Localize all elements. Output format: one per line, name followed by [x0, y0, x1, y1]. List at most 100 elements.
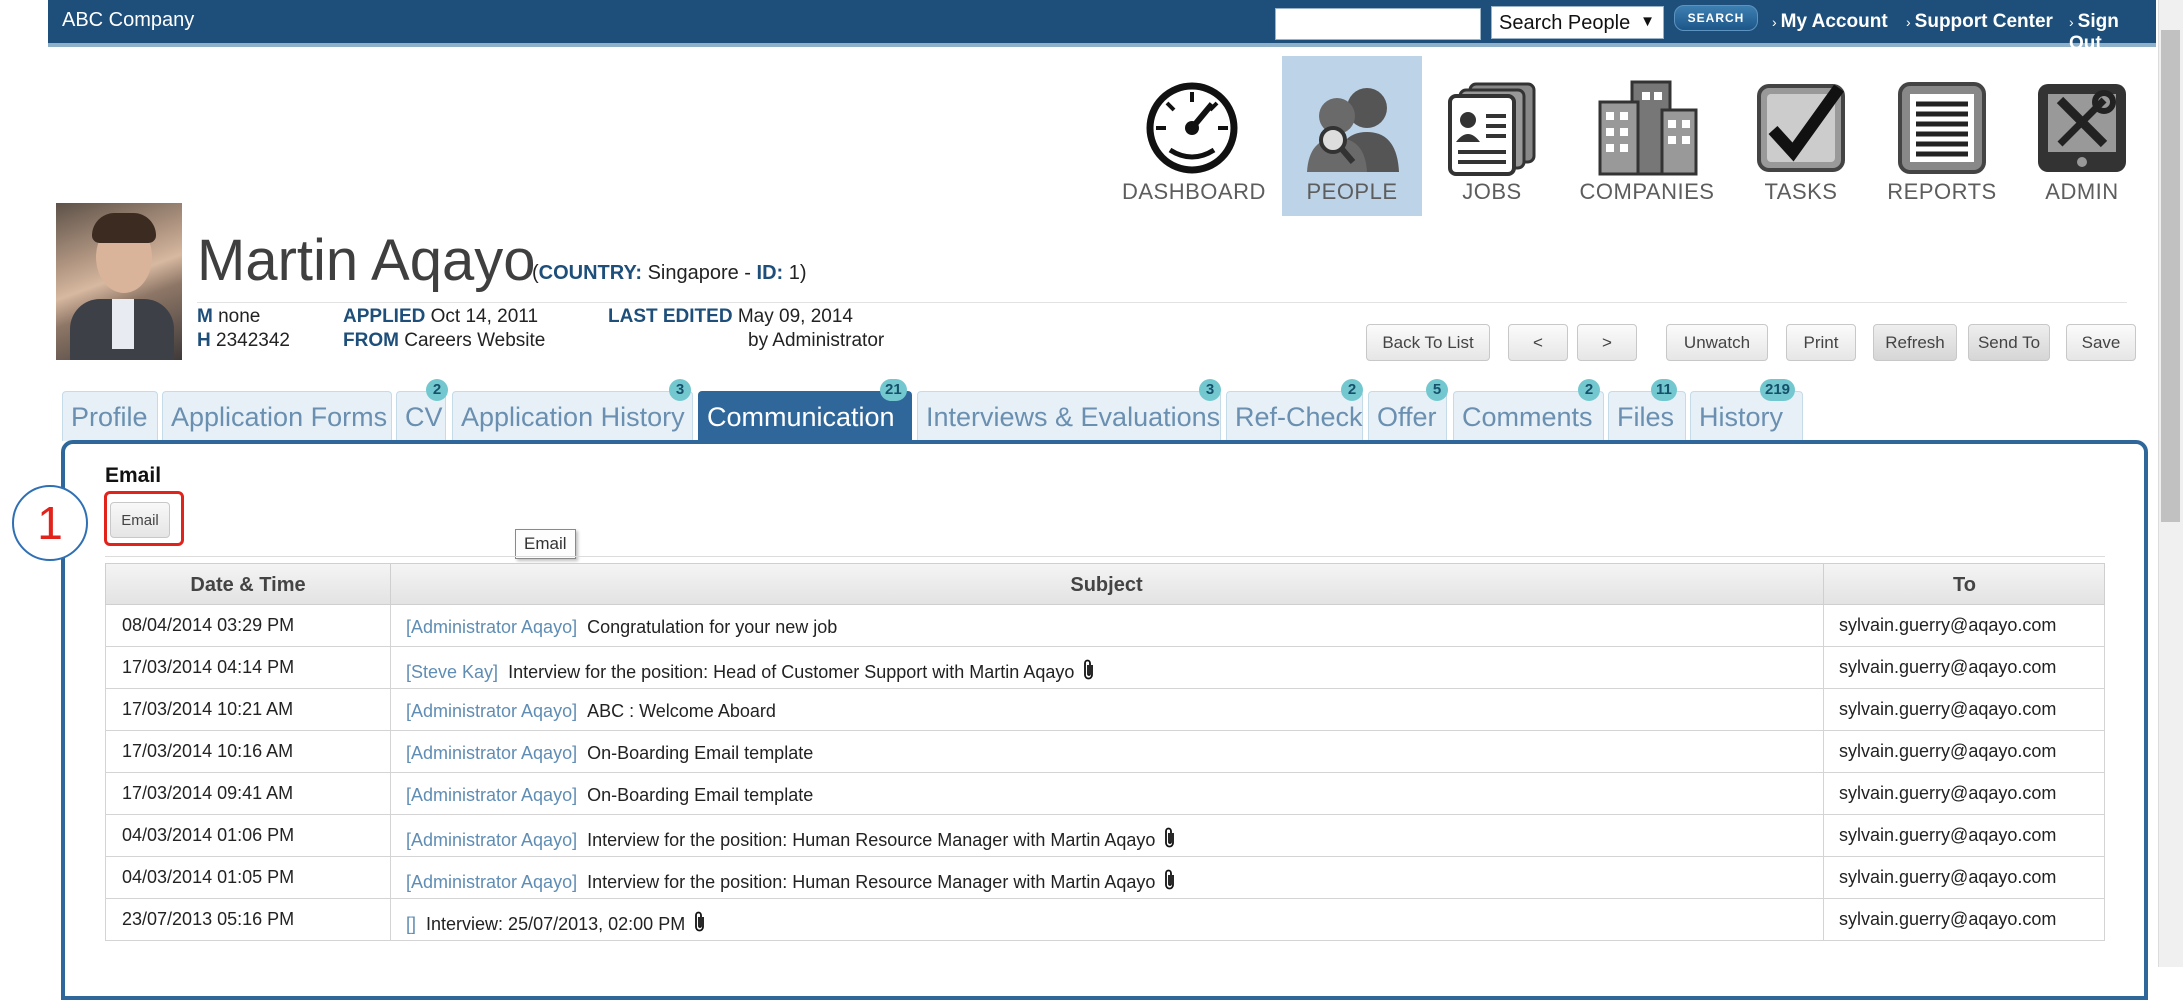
- row-subject[interactable]: [Administrator Aqayo] On-Boarding Email …: [406, 785, 813, 806]
- my-account-link[interactable]: › My Account: [1772, 11, 1888, 33]
- row-to: sylvain.guerry@aqayo.com: [1839, 909, 2057, 929]
- row-subject-text[interactable]: Interview for the position: Human Resour…: [587, 872, 1155, 892]
- row-subject-text[interactable]: Interview for the position: Head of Cust…: [508, 662, 1074, 682]
- search-input[interactable]: [1275, 8, 1481, 40]
- reports-icon: [1898, 82, 1986, 174]
- table-row[interactable]: 17/03/2014 10:16 AM [Administrator Aqayo]…: [105, 731, 2105, 773]
- send-to-button[interactable]: Send To: [1968, 324, 2050, 361]
- nav-admin[interactable]: ADMIN: [2012, 56, 2152, 216]
- nav-companies[interactable]: COMPANIES: [1577, 56, 1717, 216]
- admin-tools-icon: [2038, 84, 2126, 172]
- tab-interviews-evaluations[interactable]: Interviews & Evaluations: [917, 391, 1221, 441]
- table-row[interactable]: 17/03/2014 09:41 AM [Administrator Aqayo]…: [105, 773, 2105, 815]
- table-row[interactable]: 08/04/2014 03:29 PM [Administrator Aqayo]…: [105, 605, 2105, 647]
- search-type-select[interactable]: Search People ▼: [1491, 6, 1664, 39]
- row-subject-text[interactable]: Congratulation for your new job: [587, 617, 837, 637]
- row-author[interactable]: [Steve Kay]: [406, 662, 498, 682]
- ref-check-count-badge: 2: [1341, 379, 1363, 401]
- row-to: sylvain.guerry@aqayo.com: [1839, 867, 2057, 887]
- email-button[interactable]: Email: [110, 502, 170, 538]
- row-subject[interactable]: [] Interview: 25/07/2013, 02:00 PM: [406, 911, 707, 938]
- my-account-label: My Account: [1780, 11, 1888, 32]
- row-author[interactable]: [Administrator Aqayo]: [406, 701, 577, 721]
- table-row[interactable]: 04/03/2014 01:05 PM [Administrator Aqayo]…: [105, 857, 2105, 899]
- row-subject[interactable]: [Steve Kay] Interview for the position: …: [406, 659, 1096, 686]
- tab-communication[interactable]: Communication: [698, 391, 912, 441]
- row-subject-text[interactable]: On-Boarding Email template: [587, 785, 813, 805]
- tab-application-forms[interactable]: Application Forms: [162, 391, 392, 441]
- nav-dashboard[interactable]: DASHBOARD: [1122, 56, 1266, 216]
- row-author[interactable]: [Administrator Aqayo]: [406, 830, 577, 850]
- row-author[interactable]: [Administrator Aqayo]: [406, 617, 577, 637]
- next-button[interactable]: >: [1577, 324, 1637, 361]
- dashboard-gauge-icon: [1146, 82, 1238, 174]
- scrollbar-thumb[interactable]: [2161, 30, 2180, 522]
- header-divider: [197, 302, 2127, 303]
- home-info: H 2342342: [197, 330, 290, 352]
- files-count-badge: 11: [1651, 379, 1677, 401]
- paperclip-icon: [1163, 869, 1177, 896]
- row-subject[interactable]: [Administrator Aqayo] Interview for the …: [406, 869, 1177, 896]
- tab-files[interactable]: Files: [1608, 391, 1686, 441]
- applied-label: APPLIED: [343, 306, 426, 327]
- row-author[interactable]: [Administrator Aqayo]: [406, 872, 577, 892]
- row-author[interactable]: [Administrator Aqayo]: [406, 743, 577, 763]
- people-icon: [1307, 88, 1399, 172]
- refresh-button[interactable]: Refresh: [1873, 324, 1957, 361]
- column-subject[interactable]: Subject: [390, 574, 1823, 597]
- tab-application-history[interactable]: Application History: [452, 391, 693, 441]
- nav-tasks[interactable]: TASKS: [1731, 56, 1871, 216]
- save-button[interactable]: Save: [2066, 324, 2136, 361]
- applied-value: Oct 14, 2011: [430, 306, 539, 327]
- row-subject[interactable]: [Administrator Aqayo] Congratulation for…: [406, 617, 837, 638]
- table-header: Date & Time Subject To: [105, 563, 2106, 606]
- row-subject[interactable]: [Administrator Aqayo] ABC : Welcome Aboa…: [406, 701, 776, 722]
- jobs-icon: [1448, 82, 1536, 176]
- row-date: 17/03/2014 09:41 AM: [122, 783, 294, 803]
- edited-by: by Administrator: [748, 330, 885, 351]
- sign-out-link[interactable]: › Sign Out: [2069, 11, 2156, 55]
- row-date: 04/03/2014 01:05 PM: [122, 867, 295, 887]
- row-author[interactable]: [Administrator Aqayo]: [406, 785, 577, 805]
- row-subject-text[interactable]: On-Boarding Email template: [587, 743, 813, 763]
- row-subject[interactable]: [Administrator Aqayo] On-Boarding Email …: [406, 743, 813, 764]
- source-info: FROM Careers Website: [343, 330, 545, 352]
- nav-dashboard-label: DASHBOARD: [1122, 179, 1266, 204]
- nav-tasks-label: TASKS: [1764, 179, 1838, 204]
- nav-reports-label: REPORTS: [1887, 179, 1997, 204]
- back-to-list-button[interactable]: Back To List: [1366, 324, 1490, 361]
- table-row[interactable]: 23/07/2013 05:16 PM [] Interview: 25/07/2…: [105, 899, 2105, 941]
- chevron-right-icon: ›: [1906, 14, 1911, 30]
- column-to[interactable]: To: [1823, 574, 2106, 597]
- support-center-label: Support Center: [1914, 11, 2053, 32]
- support-center-link[interactable]: › Support Center: [1906, 11, 2053, 33]
- nav-reports[interactable]: REPORTS: [1872, 56, 2012, 216]
- nav-people[interactable]: PEOPLE: [1282, 56, 1422, 216]
- row-author[interactable]: []: [406, 914, 416, 934]
- from-label: FROM: [343, 330, 399, 351]
- tab-profile[interactable]: Profile: [62, 391, 158, 441]
- print-button[interactable]: Print: [1786, 324, 1856, 361]
- unwatch-button[interactable]: Unwatch: [1666, 324, 1768, 361]
- tab-ref-check[interactable]: Ref-Check: [1226, 391, 1363, 441]
- nav-jobs[interactable]: JOBS: [1422, 56, 1562, 216]
- row-subject[interactable]: [Administrator Aqayo] Interview for the …: [406, 827, 1177, 854]
- cv-count-badge: 2: [426, 379, 448, 401]
- table-row[interactable]: 04/03/2014 01:06 PM [Administrator Aqayo]…: [105, 815, 2105, 857]
- previous-button[interactable]: <: [1508, 324, 1568, 361]
- table-row[interactable]: 17/03/2014 04:14 PM [Steve Kay] Interview…: [105, 647, 2105, 689]
- email-tooltip: Email: [515, 529, 576, 559]
- column-date-time[interactable]: Date & Time: [106, 574, 390, 597]
- search-button[interactable]: SEARCH: [1674, 5, 1758, 31]
- row-subject-text[interactable]: Interview: 25/07/2013, 02:00 PM: [426, 914, 685, 934]
- row-date: 17/03/2014 10:21 AM: [122, 699, 294, 719]
- home-value: 2342342: [216, 330, 290, 351]
- application-history-count-badge: 3: [669, 379, 691, 401]
- row-to: sylvain.guerry@aqayo.com: [1839, 615, 2057, 635]
- mobile-info: M none: [197, 306, 260, 328]
- row-to: sylvain.guerry@aqayo.com: [1839, 699, 2057, 719]
- row-subject-text[interactable]: Interview for the position: Human Resour…: [587, 830, 1155, 850]
- row-subject-text[interactable]: ABC : Welcome Aboard: [587, 701, 776, 721]
- table-row[interactable]: 17/03/2014 10:21 AM [Administrator Aqayo]…: [105, 689, 2105, 731]
- row-date: 08/04/2014 03:29 PM: [122, 615, 295, 635]
